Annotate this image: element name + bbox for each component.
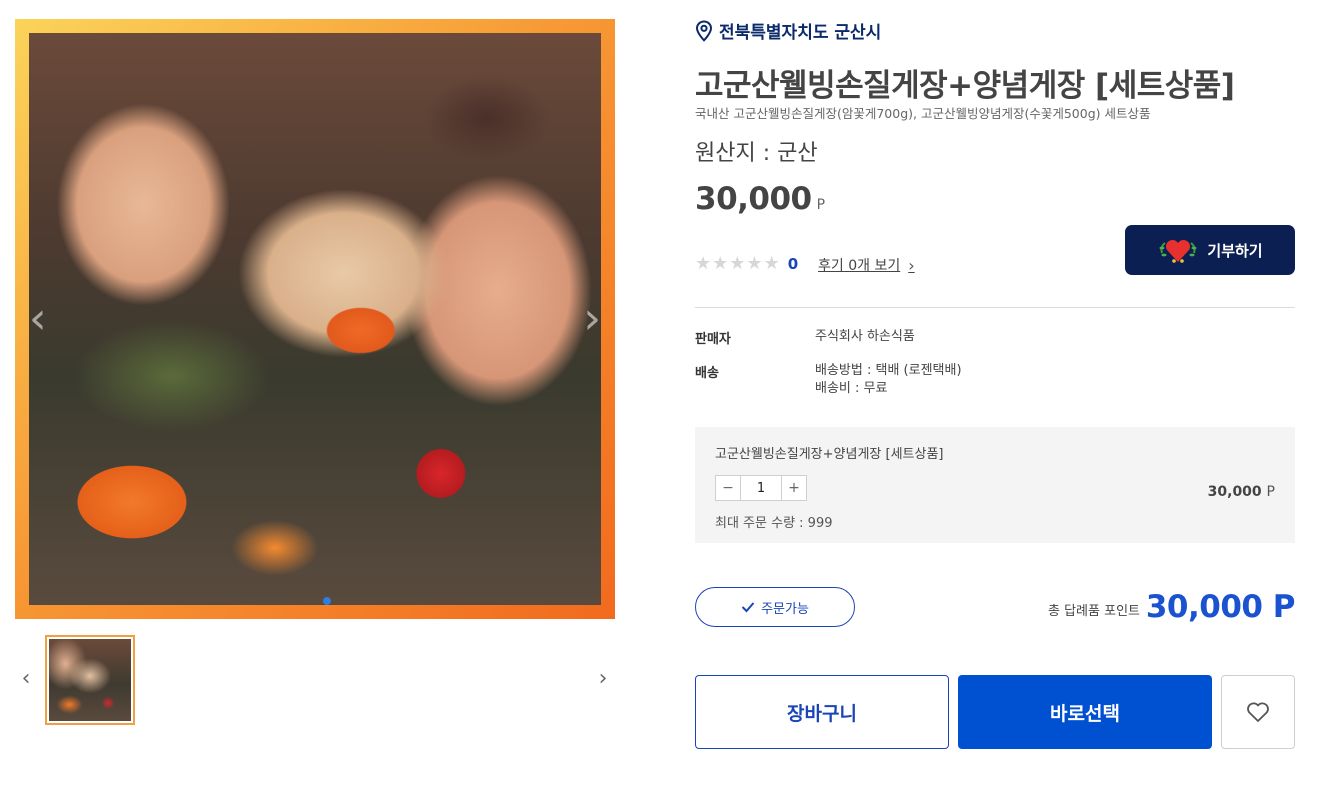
- image-prev-arrow[interactable]: ‹: [29, 297, 47, 341]
- option-price-unit: P: [1266, 484, 1275, 500]
- star-icon: ★: [712, 253, 729, 274]
- star-icon: ★: [763, 253, 780, 274]
- shipping-fee: 배송비 : 무료: [815, 381, 888, 396]
- star-icon: ★: [746, 253, 763, 274]
- location-text: 전북특별자치도 군산시: [719, 23, 882, 43]
- price-value: 30,000: [695, 181, 812, 217]
- crab-photo: ‹ ›: [29, 33, 601, 605]
- slide-indicator-dot[interactable]: [323, 597, 331, 605]
- chevron-right-icon: ›: [908, 255, 915, 275]
- option-price: 30,000 P: [1208, 484, 1275, 500]
- image-next-arrow[interactable]: ›: [583, 297, 601, 341]
- order-status-label[interactable]: 주문가능: [761, 598, 809, 617]
- seller-label: 판매자: [695, 332, 731, 347]
- shipping-method: 배송방법 : 택배 (로젠택배): [815, 363, 962, 378]
- option-price-value: 30,000: [1207, 484, 1262, 500]
- total-points-label: 총 답례품 포인트: [1048, 604, 1140, 619]
- max-order-quantity: 최대 주문 수량 : 999: [715, 516, 833, 531]
- order-available-button[interactable]: 주문가능: [695, 587, 855, 627]
- option-name: 고군산웰빙손질게장+양념게장 [세트상품]: [715, 447, 944, 462]
- star-icon: ★: [729, 253, 746, 274]
- price-unit: P: [816, 197, 826, 213]
- rating-count: 0: [787, 255, 799, 273]
- selected-option-box: 고군산웰빙손질게장+양념게장 [세트상품] − + 최대 주문 수량 : 999…: [695, 427, 1295, 543]
- star-icon: ★: [695, 253, 712, 274]
- donate-button[interactable]: 기부하기: [1125, 225, 1295, 275]
- thumbnail-image[interactable]: [45, 635, 135, 725]
- quantity-stepper[interactable]: − +: [715, 475, 807, 501]
- check-icon: [741, 602, 755, 613]
- quantity-input[interactable]: [740, 476, 782, 500]
- donate-label[interactable]: 기부하기: [1207, 240, 1262, 261]
- heart-wreath-icon: [1159, 239, 1197, 263]
- quantity-increase-button[interactable]: +: [782, 476, 806, 500]
- product-title: 고군산웰빙손질게장+양념게장 [세트상품]: [695, 68, 1235, 104]
- main-product-image: ‹ ›: [15, 19, 615, 619]
- product-price: 30,000 P: [695, 181, 825, 217]
- heart-outline-icon: [1247, 702, 1269, 722]
- product-subtitle: 국내산 고군산웰빙손질게장(암꽃게700g), 고군산웰빙양념게장(수꽃게500…: [695, 106, 1151, 121]
- thumbnail-prev-arrow[interactable]: ‹: [16, 665, 36, 693]
- divider: [695, 307, 1295, 308]
- thumbnail-photo: [49, 639, 131, 721]
- wishlist-button[interactable]: [1221, 675, 1295, 749]
- review-link-label[interactable]: 후기 0개 보기: [818, 255, 900, 275]
- cart-button[interactable]: 장바구니: [695, 675, 949, 749]
- total-points-value: 30,000 P: [1145, 589, 1296, 625]
- location-row: 전북특별자치도 군산시: [695, 18, 881, 43]
- quantity-decrease-button[interactable]: −: [716, 476, 740, 500]
- shipping-label: 배송: [695, 366, 719, 381]
- rating-row: ★ ★ ★ ★ ★ 0: [695, 254, 798, 274]
- product-origin: 원산지 : 군산: [695, 141, 818, 166]
- review-link[interactable]: 후기 0개 보기 ›: [818, 255, 915, 275]
- thumbnail-next-arrow[interactable]: ›: [593, 665, 613, 693]
- location-pin-icon: [695, 19, 713, 42]
- seller-value: 주식회사 하손식품: [815, 329, 915, 344]
- star-rating: ★ ★ ★ ★ ★: [695, 254, 780, 274]
- buy-now-button[interactable]: 바로선택: [958, 675, 1212, 749]
